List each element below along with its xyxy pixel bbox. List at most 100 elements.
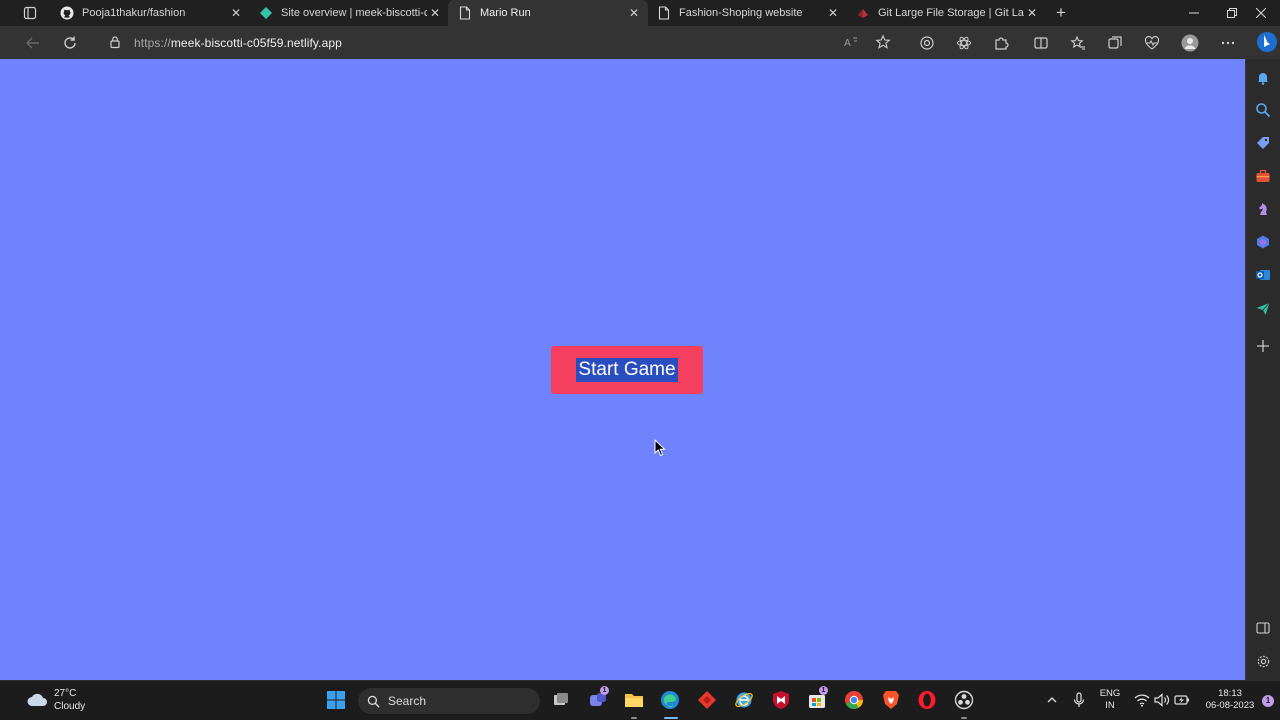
widgets-badge: 1 (819, 686, 828, 695)
sidebar-item-drop[interactable] (1255, 301, 1271, 317)
tab-github[interactable]: Pooja1thakur/fashion ✕ (50, 0, 250, 26)
sidebar-hide-button[interactable] (1255, 620, 1271, 636)
tab-site-overview[interactable]: Site overview | meek-biscotti-c05f59 ✕ (249, 0, 449, 26)
clock-date: 06-08-2023 (1205, 700, 1255, 711)
svg-text:A: A (844, 38, 851, 49)
extension-button[interactable] (953, 32, 975, 54)
extensions-button[interactable] (990, 32, 1012, 54)
system-clock[interactable]: 18:13 06-08-2023 (1196, 688, 1264, 712)
internet-explorer-button[interactable] (733, 689, 755, 711)
volume-button[interactable] (1151, 689, 1173, 711)
tab-title: Pooja1thakur/fashion (82, 7, 186, 19)
opera-button[interactable] (916, 689, 938, 711)
language-indicator[interactable]: ENG IN (1095, 688, 1125, 712)
sidebar-item-outlook[interactable] (1255, 267, 1271, 283)
tab-title: Fashion-Shoping website (679, 7, 803, 19)
sidebar-add-button[interactable] (1255, 338, 1271, 354)
back-button[interactable] (22, 32, 44, 54)
git-lfs-icon (856, 6, 870, 20)
minimize-icon (1189, 12, 1199, 14)
weather-widget[interactable]: 27°C Cloudy (26, 687, 85, 713)
active-indicator (664, 717, 678, 719)
battery-charging-icon (1174, 695, 1189, 705)
sidebar-settings-button[interactable] (1255, 653, 1271, 669)
lock-icon[interactable] (108, 35, 122, 49)
settings-and-more-button[interactable] (1217, 32, 1239, 54)
tab-close-icon[interactable]: ✕ (228, 5, 244, 21)
plus-icon (1257, 340, 1269, 352)
bing-chat-button[interactable] (1255, 30, 1279, 54)
profile-button[interactable] (1179, 32, 1201, 54)
start-game-button[interactable]: Start Game (551, 346, 703, 394)
tab-title: Site overview | meek-biscotti-c05f59 (281, 7, 427, 19)
tab-mario-run[interactable]: Mario Run ✕ (448, 0, 648, 26)
heart-pulse-icon (1144, 35, 1160, 50)
toolbox-icon (1256, 169, 1270, 182)
address-url[interactable]: https://meek-biscotti-c05f59.netlify.app (134, 36, 342, 50)
sidebar-item-shopping[interactable] (1255, 135, 1271, 151)
url-host: meek-biscotti-c05f59.netlify.app (170, 36, 342, 50)
tab-git-lfs[interactable]: Git Large File Storage | Git Large ✕ (846, 0, 1046, 26)
tab-actions-icon (23, 6, 37, 20)
show-hidden-icons-button[interactable] (1041, 689, 1063, 711)
collections-button[interactable] (1104, 32, 1126, 54)
target-icon (920, 36, 934, 50)
minimize-button[interactable] (1175, 0, 1213, 26)
taskbar-search[interactable]: Search (358, 688, 540, 714)
wifi-icon (1134, 694, 1150, 707)
language-code: ENG (1099, 688, 1121, 699)
mcafee-button[interactable] (770, 689, 792, 711)
sidebar-item-games[interactable] (1255, 201, 1271, 217)
puzzle-icon (995, 37, 1009, 50)
anydesk-button[interactable] (696, 689, 718, 711)
weather-condition: Cloudy (54, 701, 86, 712)
page-icon (657, 6, 671, 20)
tab-fashion-shoping[interactable]: Fashion-Shoping website ✕ (647, 0, 847, 26)
favorites-button[interactable] (1067, 32, 1089, 54)
notifications-badge[interactable]: 1 (1262, 695, 1274, 707)
sidebar-item-copilot[interactable] (1255, 234, 1271, 250)
sidebar-item-tools[interactable] (1255, 168, 1271, 184)
task-view-button[interactable] (550, 689, 572, 711)
edge-taskbar-button[interactable] (659, 689, 681, 711)
search-icon (367, 695, 380, 708)
read-aloud-button[interactable]: A (840, 31, 862, 53)
split-screen-button[interactable] (1030, 32, 1052, 54)
tab-actions-button[interactable] (14, 4, 46, 22)
restore-icon (1227, 8, 1237, 18)
tab-close-icon[interactable]: ✕ (1024, 5, 1040, 21)
favorite-button[interactable] (872, 31, 894, 53)
new-tab-button[interactable]: + (1051, 3, 1071, 23)
obs-button[interactable] (953, 689, 975, 711)
ie-icon (735, 692, 753, 708)
tab-close-icon[interactable]: ✕ (825, 5, 841, 21)
file-explorer-button[interactable] (623, 689, 645, 711)
tab-close-icon[interactable]: ✕ (427, 5, 443, 21)
widgets-button[interactable]: 1 (806, 686, 828, 711)
read-aloud-icon: A (844, 37, 857, 49)
close-window-button[interactable] (1242, 0, 1280, 26)
teams-chat-button[interactable]: 1 (587, 686, 609, 711)
start-menu-button[interactable] (325, 689, 347, 711)
refresh-button[interactable] (59, 32, 81, 54)
mouse-cursor-icon (654, 439, 666, 457)
tab-title: Mario Run (480, 7, 531, 19)
microphone-button[interactable] (1068, 689, 1090, 711)
brave-button[interactable] (880, 689, 902, 711)
tab-close-icon[interactable]: ✕ (626, 5, 642, 21)
sidebar-item-search[interactable] (1255, 102, 1271, 118)
browser-essentials-button[interactable] (1141, 32, 1163, 54)
address-bar[interactable]: https://meek-biscotti-c05f59.netlify.app… (96, 29, 904, 56)
tag-icon (1257, 137, 1269, 149)
sidebar-item-notifications[interactable] (1255, 70, 1271, 86)
chrome-button[interactable] (843, 689, 865, 711)
running-indicator (631, 717, 637, 719)
windows-logo-icon (327, 691, 345, 709)
wifi-button[interactable] (1131, 689, 1153, 711)
shield-icon (773, 691, 789, 709)
url-scheme: https:// (134, 36, 171, 50)
running-indicator (961, 717, 967, 719)
battery-button[interactable] (1171, 689, 1193, 711)
bell-icon (1258, 73, 1268, 85)
tracking-prevention-button[interactable] (916, 32, 938, 54)
